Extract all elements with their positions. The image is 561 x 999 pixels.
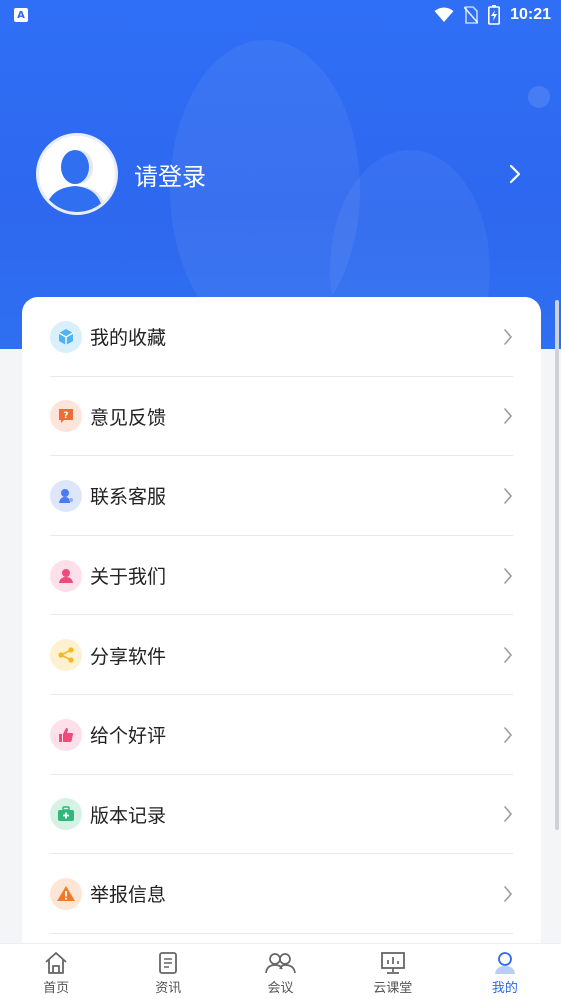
scrollbar[interactable] bbox=[555, 300, 559, 830]
menu-item-report[interactable]: 举报信息 bbox=[22, 854, 541, 934]
menu-item-rate-app[interactable]: 给个好评 bbox=[22, 695, 541, 775]
cloud-class-icon bbox=[380, 952, 405, 974]
menu-item-customer-service[interactable]: 联系客服 bbox=[22, 456, 541, 536]
app-notification-icon: A bbox=[14, 8, 28, 22]
tab-label: 首页 bbox=[43, 981, 70, 996]
share-icon bbox=[50, 639, 82, 672]
tab-profile[interactable]: 我的 bbox=[449, 944, 561, 999]
tab-cloud-class[interactable]: 云课堂 bbox=[337, 944, 449, 999]
menu-label: 给个好评 bbox=[90, 725, 167, 748]
menu-label: 分享软件 bbox=[90, 645, 167, 668]
menu-item-share-app[interactable]: 分享软件 bbox=[22, 615, 541, 695]
login-prompt[interactable]: 请登录 bbox=[134, 157, 206, 192]
warning-icon bbox=[50, 877, 82, 910]
customer-service-icon bbox=[50, 479, 82, 512]
favorite-icon bbox=[50, 320, 82, 353]
news-icon bbox=[159, 952, 178, 974]
default-user-icon bbox=[45, 150, 107, 212]
chevron-right-icon bbox=[504, 488, 513, 504]
profile-login-row[interactable]: 请登录 bbox=[36, 132, 526, 216]
chevron-right-icon bbox=[504, 806, 513, 823]
menu-item-version-history[interactable]: 版本记录 bbox=[22, 775, 541, 855]
menu-item-feedback[interactable]: ? 意见反馈 bbox=[22, 377, 541, 457]
menu-label: 关于我们 bbox=[90, 566, 167, 589]
menu-label: 版本记录 bbox=[90, 804, 167, 827]
thumbs-up-icon bbox=[50, 718, 82, 751]
chevron-right-icon bbox=[504, 886, 513, 902]
no-sim-icon bbox=[464, 6, 479, 24]
tab-news[interactable]: 资讯 bbox=[112, 944, 224, 999]
tab-label: 云课堂 bbox=[373, 981, 413, 996]
chevron-right-icon bbox=[504, 408, 513, 425]
chevron-right-icon bbox=[504, 647, 513, 663]
tab-label: 资讯 bbox=[155, 981, 182, 996]
menu-item-about-us[interactable]: 关于我们 bbox=[22, 536, 541, 616]
status-bar: A 10:21 bbox=[0, 0, 561, 30]
menu-label: 我的收藏 bbox=[90, 327, 167, 350]
menu-card: 我的收藏 ? 意见反馈 联系客服 关于我们 分享软件 给个好评 版本记录 举报信… bbox=[22, 297, 541, 957]
svg-text:?: ? bbox=[63, 411, 68, 421]
about-icon bbox=[50, 559, 82, 592]
tab-label: 我的 bbox=[491, 981, 518, 996]
chevron-right-icon bbox=[504, 567, 513, 584]
battery-icon bbox=[488, 5, 501, 25]
menu-label: 联系客服 bbox=[90, 486, 167, 509]
menu-item-favorites[interactable]: 我的收藏 bbox=[22, 297, 541, 377]
chevron-right-icon bbox=[504, 726, 513, 743]
decor-bubble bbox=[528, 86, 550, 108]
bottom-tab-bar: 首页 资讯 会议 云课堂 我的 bbox=[0, 943, 561, 999]
tab-label: 会议 bbox=[267, 981, 294, 996]
chevron-right-icon bbox=[504, 328, 513, 345]
avatar[interactable] bbox=[36, 133, 118, 215]
menu-label: 举报信息 bbox=[90, 884, 167, 907]
menu-label: 意见反馈 bbox=[90, 406, 167, 429]
profile-icon bbox=[494, 952, 515, 974]
tab-home[interactable]: 首页 bbox=[0, 944, 112, 999]
home-icon bbox=[45, 952, 67, 974]
meeting-icon bbox=[264, 953, 296, 974]
version-icon bbox=[50, 798, 82, 831]
wifi-icon bbox=[434, 7, 454, 22]
feedback-icon: ? bbox=[50, 400, 82, 433]
chevron-right-icon[interactable] bbox=[508, 163, 522, 185]
tab-meeting[interactable]: 会议 bbox=[224, 944, 336, 999]
status-time: 10:21 bbox=[510, 6, 551, 23]
